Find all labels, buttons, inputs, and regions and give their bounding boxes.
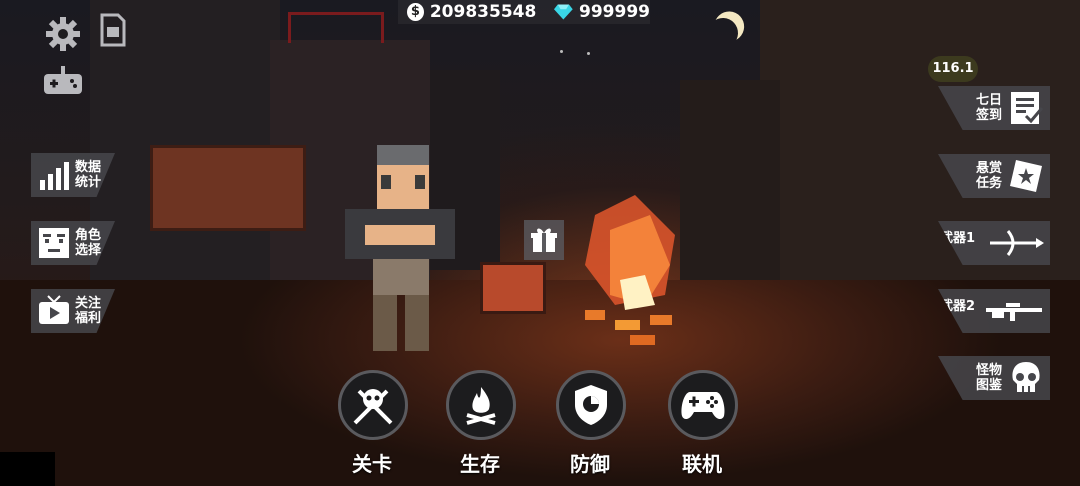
coin-icon: $: [407, 3, 424, 21]
tv-icon: [39, 295, 69, 324]
checklist-icon: [1011, 92, 1044, 124]
currency-bar: $ 209835548 999999: [398, 0, 650, 24]
character-face-icon: [39, 228, 69, 258]
skull-crossed-axes-icon: [353, 389, 393, 425]
gift-icon: [531, 228, 557, 252]
monsters-label: 怪物图鉴: [975, 363, 1002, 393]
gift-box-button[interactable]: [524, 220, 564, 260]
mode-stages-button[interactable]: 关卡: [338, 370, 408, 476]
level-badge: 116.1: [928, 56, 978, 82]
star: [560, 50, 563, 53]
bounty-label: 悬赏任务: [975, 161, 1002, 191]
bounty-scroll-icon: [1010, 160, 1042, 192]
checkin-label: 七日签到: [975, 93, 1002, 123]
mode-online-button[interactable]: 联机: [668, 370, 738, 476]
player-character: [345, 145, 455, 351]
gamepad-icon[interactable]: [44, 66, 82, 96]
gem-icon: [554, 4, 574, 20]
settings-gear-icon[interactable]: [46, 17, 80, 51]
gem-amount: 999999: [579, 2, 650, 22]
mode-survival-button[interactable]: 生存: [446, 370, 516, 476]
skull-icon: [1012, 362, 1040, 392]
mode-survival-label: 生存: [460, 452, 500, 476]
billboard: [150, 145, 306, 231]
campfire-icon: [466, 387, 496, 425]
mode-defense-label: 防御: [570, 452, 610, 476]
red-neon-sign: [288, 12, 384, 43]
tv-prop: [480, 262, 546, 314]
gamepad-icon: [681, 392, 725, 420]
crossbow-icon: [990, 230, 1044, 256]
campfire: [585, 195, 675, 345]
coin-amount: 209835548: [429, 2, 537, 22]
moon: [704, 14, 742, 52]
mode-stages-label: 关卡: [352, 452, 392, 476]
mode-online-circle: [668, 370, 738, 440]
shield-icon: [575, 385, 607, 425]
bar-chart-icon: [40, 162, 69, 190]
rifle-icon: [986, 303, 1042, 321]
notes-document-icon[interactable]: [100, 13, 126, 47]
mode-online-label: 联机: [682, 452, 722, 476]
mode-stages-circle: [338, 370, 408, 440]
star: [587, 52, 590, 55]
game-scene: $ 209835548 999999 数据统计 角色选择 关注福利 116.1 …: [0, 0, 1080, 486]
mode-defense-button[interactable]: 防御: [556, 370, 626, 476]
mode-defense-circle: [556, 370, 626, 440]
mode-survival-circle: [446, 370, 516, 440]
corner-overlay: [0, 452, 55, 486]
